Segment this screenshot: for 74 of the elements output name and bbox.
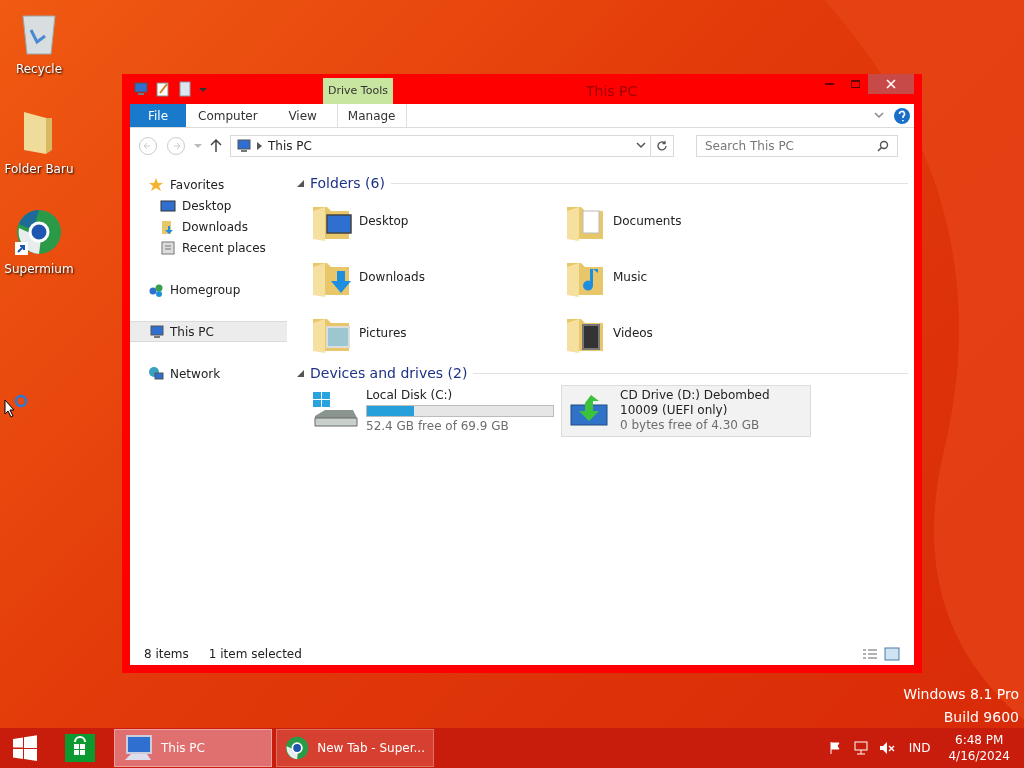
browser-icon xyxy=(285,734,310,762)
search-icon xyxy=(877,140,889,152)
nav-item[interactable]: Recent places xyxy=(130,237,287,258)
nav-item[interactable]: Downloads xyxy=(130,216,287,237)
address-path[interactable]: This PC xyxy=(268,137,312,155)
properties-icon[interactable] xyxy=(155,81,171,97)
desktop-icon-label[interactable]: Supermium xyxy=(4,260,74,278)
refresh-icon[interactable] xyxy=(656,140,668,152)
selection-status: 1 item selected xyxy=(208,646,302,663)
window-title: This PC xyxy=(586,82,638,101)
nav-item[interactable]: Homegroup xyxy=(130,279,287,300)
folder-item[interactable]: Desktop xyxy=(307,193,561,249)
pc-icon xyxy=(132,81,148,97)
folder-item[interactable]: Pictures xyxy=(307,305,561,361)
details-view-icon[interactable] xyxy=(862,647,878,661)
browser-icon xyxy=(15,208,63,256)
breadcrumb-arrow-icon xyxy=(257,142,262,150)
build-watermark: Build 9600 xyxy=(943,708,1019,727)
nav-item[interactable]: Network xyxy=(130,363,287,384)
close-icon xyxy=(886,79,896,89)
collapse-arrow-icon[interactable] xyxy=(297,179,304,187)
collapse-arrow-icon[interactable] xyxy=(297,369,304,377)
drive-name: Local Disk (C:) xyxy=(366,388,454,403)
dropdown-caret-icon[interactable] xyxy=(199,85,207,93)
network-icon xyxy=(148,365,164,382)
nav-item[interactable]: Favorites xyxy=(130,174,287,195)
expand-ribbon-icon[interactable] xyxy=(874,111,884,120)
ribbon-tab[interactable]: Manage xyxy=(336,104,407,127)
item-count: 8 items xyxy=(144,646,189,663)
nav-item[interactable]: This PC xyxy=(130,321,287,342)
volume-muted-icon[interactable] xyxy=(878,741,895,755)
ribbon-tab[interactable]: Computer xyxy=(186,104,270,127)
pc-icon xyxy=(148,323,164,340)
edition-watermark: Windows 8.1 Pro xyxy=(903,685,1019,704)
up-arrow-icon[interactable] xyxy=(210,139,222,153)
search-field[interactable]: Search This PC xyxy=(696,135,898,157)
recycle-bin-icon xyxy=(19,12,59,56)
network-icon[interactable] xyxy=(852,741,869,755)
help-icon[interactable] xyxy=(894,107,910,124)
optical-drive-icon xyxy=(569,393,609,429)
desktop-icon-label[interactable]: Recycle xyxy=(15,60,63,78)
downloads-icon xyxy=(160,218,176,235)
folder-item[interactable]: Downloads xyxy=(307,249,561,305)
drive-item[interactable]: Local Disk (C:) 52.4 GB free of 69.9 GB xyxy=(307,385,557,437)
close-button[interactable] xyxy=(868,74,914,94)
group-heading[interactable]: Folders (6) xyxy=(310,172,385,194)
clock[interactable]: 6:48 PM 4/16/2024 xyxy=(948,732,1010,764)
dropdown-caret-icon[interactable] xyxy=(636,142,646,150)
desktop-icon xyxy=(160,197,176,214)
recent-icon xyxy=(160,239,176,256)
drive-name: CD Drive (D:) Debombed 10009 (UEFI only) xyxy=(620,388,771,418)
group-heading[interactable]: Devices and drives (2) xyxy=(310,362,468,384)
ribbon-tab[interactable]: View xyxy=(269,104,336,127)
language-indicator[interactable]: IND xyxy=(908,739,931,757)
folder-item[interactable]: Music xyxy=(561,249,815,305)
free-space: 52.4 GB free of 69.9 GB xyxy=(366,419,510,434)
context-tab-group: Drive Tools xyxy=(323,78,393,104)
windows-logo-icon xyxy=(12,735,38,761)
taskbar-button[interactable]: New Tab - Super... xyxy=(276,729,434,767)
drive-item[interactable]: CD Drive (D:) Debombed 10009 (UEFI only) 0 bytes free of 4.30 GB xyxy=(561,385,811,437)
cursor-icon xyxy=(4,394,28,420)
star-icon xyxy=(148,176,164,193)
free-space: 0 bytes free of 4.30 GB xyxy=(620,418,761,433)
new-folder-icon[interactable] xyxy=(178,81,192,97)
ribbon-tab[interactable]: File xyxy=(130,104,186,127)
folder-item[interactable]: Videos xyxy=(561,305,815,361)
computer-icon xyxy=(123,734,153,762)
pc-icon xyxy=(235,138,251,154)
flag-icon[interactable] xyxy=(828,741,843,755)
address-bar[interactable]: This PC xyxy=(230,135,674,157)
folder-item[interactable]: Documents xyxy=(561,193,815,249)
nav-item[interactable]: Desktop xyxy=(130,195,287,216)
desktop-icon-label[interactable]: Folder Baru xyxy=(4,160,74,178)
shopping-bag-icon xyxy=(65,734,95,762)
